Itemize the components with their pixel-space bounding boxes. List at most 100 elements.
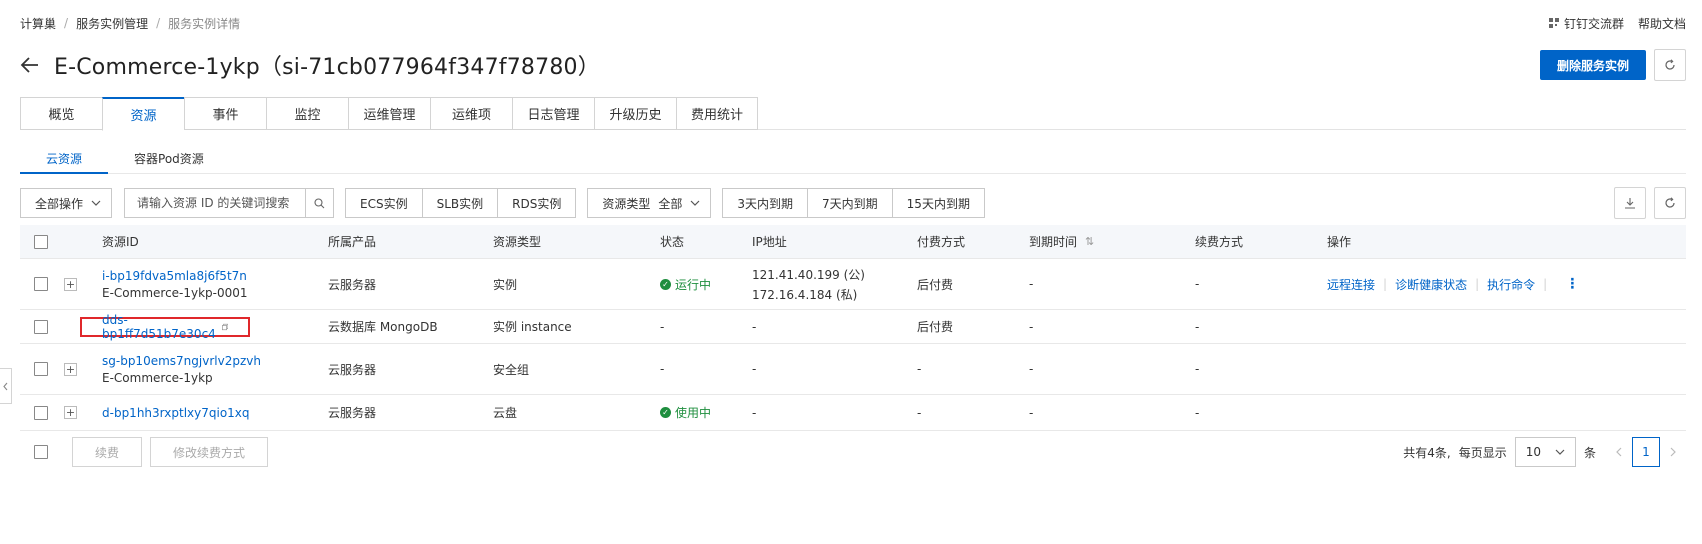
expiry-filter-group: 3天内到期 7天内到期 15天内到期 <box>722 188 985 218</box>
page-size-value: 10 <box>1525 445 1541 459</box>
header-resource-id: 资源ID <box>102 235 139 249</box>
row-expander-cell: + <box>64 277 102 291</box>
topbar: 计算巢 / 服务实例管理 / 服务实例详情 钉钉交流群 帮助文档 <box>20 14 1686 32</box>
diagnose-health-link[interactable]: 诊断健康状态 <box>1395 276 1467 293</box>
remote-connect-link[interactable]: 远程连接 <box>1327 276 1375 293</box>
type-cell: 实例 <box>493 277 518 292</box>
resource-id-link[interactable]: sg-bp10ems7ngjvrlv2pzvh <box>102 354 328 368</box>
resource-id-search-input[interactable] <box>125 189 306 217</box>
tab-ops-management[interactable]: 运维管理 <box>348 97 430 130</box>
tab-cost-statistics[interactable]: 费用统计 <box>676 97 758 130</box>
resource-id-link[interactable]: i-bp19fdva5mla8j6f5t7n <box>102 269 328 283</box>
ip-cell: - <box>752 319 757 334</box>
top-links: 钉钉交流群 帮助文档 <box>1548 15 1686 32</box>
expand-row-button[interactable]: + <box>64 406 77 419</box>
filter-rds-button[interactable]: RDS实例 <box>497 188 577 218</box>
page-size-select[interactable]: 10 <box>1514 437 1576 467</box>
select-all-checkbox[interactable] <box>34 234 48 249</box>
run-command-link[interactable]: 执行命令 <box>1487 276 1535 293</box>
row-checkbox[interactable] <box>34 319 48 334</box>
header-checkbox-cell <box>20 234 64 249</box>
row-checkbox[interactable] <box>34 405 48 420</box>
copy-icon[interactable] <box>221 322 228 332</box>
ip-cell: 121.41.40.199 (公) 172.16.4.184 (私) <box>752 266 917 303</box>
modify-renewal-button[interactable]: 修改续费方式 <box>150 437 269 467</box>
bulk-operations-dropdown[interactable]: 全部操作 <box>20 188 113 218</box>
resource-search-box <box>124 188 335 218</box>
header-ip: IP地址 <box>752 235 787 249</box>
resource-id-link[interactable]: dds-bp1ff7d51b7e30c4 <box>102 313 216 341</box>
toolbar: 全部操作 ECS实例 SLB实例 RDS实例 资源类型 全部 3天内到期 7天内… <box>20 187 1686 219</box>
expand-row-button[interactable]: + <box>64 362 77 376</box>
more-actions-icon[interactable]: ⋮ <box>1565 277 1579 291</box>
row-checkbox-cell <box>20 362 64 376</box>
status-label: 运行中 <box>675 277 712 292</box>
filter-ecs-button[interactable]: ECS实例 <box>345 188 422 218</box>
header-expiry-label: 到期时间 <box>1029 235 1078 249</box>
row-checkbox[interactable] <box>34 277 48 291</box>
tab-ops-items[interactable]: 运维项 <box>430 97 512 130</box>
next-page-button[interactable] <box>1660 437 1686 467</box>
breadcrumb-separator: / <box>64 16 69 30</box>
back-arrow-icon[interactable] <box>20 55 40 75</box>
refresh-page-button[interactable] <box>1654 49 1686 81</box>
status-cell: - <box>660 362 665 376</box>
row-checkbox-cell <box>20 277 64 291</box>
row-checkbox[interactable] <box>34 362 48 376</box>
help-docs-link[interactable]: 帮助文档 <box>1638 15 1686 32</box>
chevron-down-icon <box>1555 449 1565 455</box>
chevron-down-icon <box>91 200 101 206</box>
sort-icon[interactable]: ⇅ <box>1085 235 1094 248</box>
breadcrumb-separator: / <box>156 16 161 30</box>
resource-type-dropdown[interactable]: 资源类型 全部 <box>587 188 712 218</box>
search-button[interactable] <box>305 189 333 217</box>
main-tabs: 概览 资源 事件 监控 运维管理 运维项 日志管理 升级历史 费用统计 <box>20 97 1686 131</box>
status-badge: ✓ 运行中 <box>660 276 752 293</box>
prev-page-button[interactable] <box>1606 437 1632 467</box>
renew-button[interactable]: 续费 <box>72 437 143 467</box>
status-cell: - <box>660 319 665 334</box>
expiry-cell: - <box>1029 277 1034 291</box>
footer-select-all-checkbox[interactable] <box>34 445 48 459</box>
sidebar-collapse-handle[interactable] <box>0 368 12 404</box>
status-label: 使用中 <box>675 406 712 420</box>
expand-row-button[interactable]: + <box>64 277 77 291</box>
tab-resources[interactable]: 资源 <box>102 97 184 131</box>
page-1-button[interactable]: 1 <box>1632 437 1660 467</box>
expiry-cell: - <box>1029 362 1034 376</box>
table-row: + i-bp19fdva5mla8j6f5t7n E-Commerce-1ykp… <box>20 259 1686 310</box>
header-expiry[interactable]: 到期时间 ⇅ <box>1029 233 1195 250</box>
breadcrumb-item-compute-nest[interactable]: 计算巢 <box>20 15 56 32</box>
resource-id-link[interactable]: d-bp1hh3rxptlxy7qio1xq <box>102 406 328 420</box>
payment-cell: 后付费 <box>917 320 954 334</box>
expire-15-days-button[interactable]: 15天内到期 <box>891 188 985 218</box>
expire-7-days-button[interactable]: 7天内到期 <box>807 188 892 218</box>
filter-slb-button[interactable]: SLB实例 <box>421 188 498 218</box>
row-expander-cell: + <box>64 362 102 376</box>
table-header: 资源ID 所属产品 资源类型 状态 IP地址 付费方式 到期时间 ⇅ 续费方式 … <box>20 225 1686 259</box>
download-button[interactable] <box>1614 187 1646 219</box>
product-cell: 云服务器 <box>328 406 377 420</box>
subtab-cloud-resources[interactable]: 云资源 <box>20 150 109 174</box>
header-payment: 付费方式 <box>917 235 966 249</box>
tab-log-management[interactable]: 日志管理 <box>512 97 594 130</box>
refresh-table-button[interactable] <box>1654 187 1686 219</box>
chevron-right-icon <box>1670 447 1676 457</box>
tab-monitoring[interactable]: 监控 <box>266 97 348 130</box>
breadcrumb-item-service-instance-management[interactable]: 服务实例管理 <box>76 15 148 32</box>
type-cell: 实例 instance <box>493 320 572 334</box>
type-cell: 安全组 <box>493 362 530 377</box>
subtab-container-pod-resources[interactable]: 容器Pod资源 <box>108 150 230 174</box>
expire-3-days-button[interactable]: 3天内到期 <box>722 188 808 218</box>
payment-cell: - <box>917 362 922 376</box>
product-cell: 云服务器 <box>328 362 377 377</box>
resource-id-cell: i-bp19fdva5mla8j6f5t7n E-Commerce-1ykp-0… <box>102 269 328 300</box>
delete-service-instance-button[interactable]: 删除服务实例 <box>1539 50 1646 80</box>
tab-events[interactable]: 事件 <box>184 97 266 130</box>
tab-upgrade-history[interactable]: 升级历史 <box>594 97 676 130</box>
dingtalk-group-link[interactable]: 钉钉交流群 <box>1548 15 1624 32</box>
public-ip: 121.41.40.199 (公) <box>752 267 865 282</box>
tab-overview[interactable]: 概览 <box>20 97 102 130</box>
renewal-cell: - <box>1195 277 1200 291</box>
row-expander-cell: + <box>64 406 102 419</box>
